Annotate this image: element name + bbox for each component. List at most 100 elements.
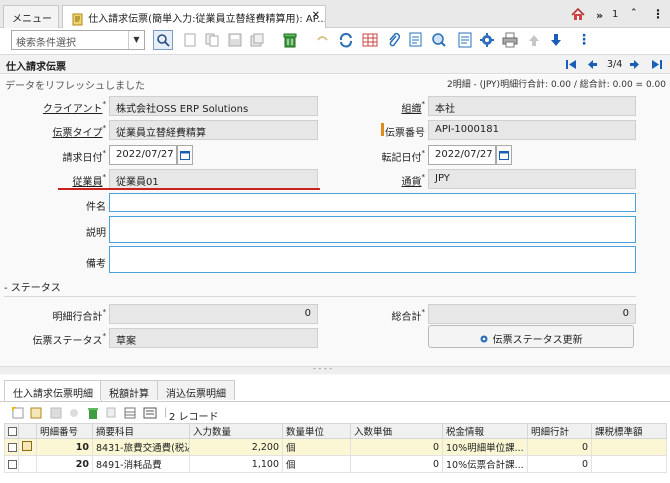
splitter-grip-icon: - - - - xyxy=(313,364,333,373)
edit-line-icon[interactable] xyxy=(30,407,42,419)
new-button[interactable] xyxy=(180,30,200,50)
cell-qty[interactable]: 2,200 xyxy=(189,438,283,456)
acct-date-field[interactable]: 2022/07/27 xyxy=(428,145,496,165)
tab-underline xyxy=(0,401,670,402)
cell-price[interactable]: 0 xyxy=(350,455,443,473)
attachment-button[interactable] xyxy=(384,30,404,50)
save-new-button[interactable] xyxy=(247,30,267,50)
delete-button[interactable] xyxy=(280,30,300,50)
new-line-icon[interactable] xyxy=(12,407,24,419)
row-checkbox[interactable] xyxy=(4,438,19,456)
first-record-icon[interactable] xyxy=(566,60,576,69)
column-header[interactable]: 入数単価 xyxy=(350,423,443,439)
currency-field[interactable]: JPY xyxy=(428,169,636,189)
cell-qty[interactable]: 1,100 xyxy=(189,455,283,473)
section-divider xyxy=(4,296,636,297)
cell-tax[interactable]: 10%明細単位課... xyxy=(442,438,528,456)
status-section-toggle[interactable]: - ステータス xyxy=(4,279,61,294)
column-header[interactable]: 数量単位 xyxy=(282,423,351,439)
parent-record-button[interactable] xyxy=(524,30,544,50)
chevron-down-icon[interactable]: ▼ xyxy=(128,31,144,49)
grid-toggle-button[interactable] xyxy=(360,30,380,50)
grand-total-field[interactable]: 0 xyxy=(428,304,636,324)
tab-menu[interactable]: メニュー xyxy=(3,5,59,28)
collapse-down-icon[interactable]: » xyxy=(596,9,603,22)
table-row[interactable]: 20 8491-消耗品費 1,100 個 0 10%伝票合計課... 0 xyxy=(4,455,667,473)
settings-button[interactable] xyxy=(477,30,497,50)
cell-taxable-amount[interactable] xyxy=(591,455,667,473)
previous-record-icon[interactable] xyxy=(588,60,597,69)
column-header[interactable]: 摘要科目 xyxy=(92,423,190,439)
cell-charge[interactable]: 8431-旅費交通費(税込) xyxy=(92,438,190,456)
form-view-icon[interactable] xyxy=(143,407,157,419)
column-header[interactable]: 課税標準額 xyxy=(591,423,667,439)
update-status-button[interactable]: 伝票ステータス更新 xyxy=(428,325,634,348)
doc-status-field[interactable]: 草案 xyxy=(109,328,318,348)
doctype-field[interactable]: 従業員立替経費精算 xyxy=(109,120,318,140)
tab-invoice-lines[interactable]: 仕入請求伝票明細 xyxy=(4,380,102,401)
doctype-label[interactable]: 伝票タイプ* xyxy=(53,124,107,139)
subject-field[interactable] xyxy=(109,193,636,212)
cell-uom[interactable]: 個 xyxy=(282,438,351,456)
cell-price[interactable]: 0 xyxy=(350,438,443,456)
save-line-icon[interactable] xyxy=(50,407,62,419)
cell-tax[interactable]: 10%伝票合計課... xyxy=(442,455,528,473)
last-record-icon[interactable] xyxy=(652,60,662,69)
close-tab-icon[interactable]: ✕ xyxy=(312,10,320,21)
next-record-icon[interactable] xyxy=(630,60,639,69)
client-field[interactable]: 株式会社OSS ERP Solutions xyxy=(109,96,318,116)
cell-charge[interactable]: 8491-消耗品費 xyxy=(92,455,190,473)
row-checkbox[interactable] xyxy=(4,455,19,473)
cell-line-total[interactable]: 0 xyxy=(527,455,592,473)
search-button[interactable] xyxy=(153,30,173,50)
cell-line-no[interactable]: 10 xyxy=(36,438,93,456)
column-header[interactable]: 税金情報 xyxy=(442,423,528,439)
line-total-field[interactable]: 0 xyxy=(109,304,318,324)
tab-ap-invoice[interactable]: 仕入請求伝票(簡単入力:従業員立替経費精算用): AP... ✕ xyxy=(62,5,326,29)
print-button[interactable] xyxy=(500,30,520,50)
column-header[interactable]: 明細番号 xyxy=(36,423,93,439)
cell-line-no[interactable]: 20 xyxy=(36,455,93,473)
currency-label[interactable]: 通貨* xyxy=(402,173,426,188)
new-record-icon xyxy=(184,33,196,47)
refresh-button[interactable] xyxy=(336,30,356,50)
docno-field[interactable]: API-1000181 xyxy=(428,120,636,140)
remarks-field[interactable] xyxy=(109,246,636,273)
employee-label[interactable]: 従業員* xyxy=(73,173,107,188)
client-label[interactable]: クライアント* xyxy=(43,100,106,115)
splitter[interactable]: - - - - xyxy=(0,364,670,374)
organization-field[interactable]: 本社 xyxy=(428,96,636,116)
copy-line-icon[interactable] xyxy=(106,407,118,419)
acct-date-picker[interactable] xyxy=(496,145,512,165)
select-all-checkbox[interactable] xyxy=(4,423,19,439)
organization-label[interactable]: 組織* xyxy=(402,100,426,115)
undo-button[interactable] xyxy=(312,30,332,50)
zoom-across-button[interactable] xyxy=(429,30,449,50)
grid-view-icon[interactable] xyxy=(124,407,136,419)
more-vert-icon[interactable]: ⋮ xyxy=(652,7,664,21)
report-button[interactable] xyxy=(455,30,475,50)
maximize-up-icon[interactable]: ˆ xyxy=(631,7,637,20)
row-edit-icon[interactable] xyxy=(18,438,37,456)
search-query-combo[interactable]: 検索条件選択 ▼ xyxy=(11,30,145,50)
cell-uom[interactable]: 個 xyxy=(282,455,351,473)
invoice-date-field[interactable]: 2022/07/27 xyxy=(109,145,177,165)
more-actions-button[interactable]: ⋮ xyxy=(574,30,594,50)
save-button[interactable] xyxy=(225,30,245,50)
cell-taxable-amount[interactable] xyxy=(591,438,667,456)
cell-line-total[interactable]: 0 xyxy=(527,438,592,456)
column-header[interactable]: 入力数量 xyxy=(189,423,283,439)
description-field[interactable] xyxy=(109,216,636,243)
column-header[interactable]: 明細行計 xyxy=(527,423,592,439)
invoice-date-picker[interactable] xyxy=(177,145,193,165)
home-icon[interactable] xyxy=(571,8,585,21)
copy-button[interactable] xyxy=(202,30,222,50)
chat-button[interactable] xyxy=(406,30,426,50)
table-row[interactable]: 10 8431-旅費交通費(税込) 2,200 個 0 10%明細単位課... … xyxy=(4,438,667,456)
tab-tax-calculation[interactable]: 税額計算 xyxy=(100,380,158,400)
employee-field[interactable]: 従業員01 xyxy=(109,169,318,189)
tab-allocation-lines[interactable]: 消込伝票明細 xyxy=(157,380,235,400)
detail-record-button[interactable] xyxy=(546,30,566,50)
circle-icon[interactable] xyxy=(68,407,80,419)
trash-icon[interactable] xyxy=(87,407,99,419)
